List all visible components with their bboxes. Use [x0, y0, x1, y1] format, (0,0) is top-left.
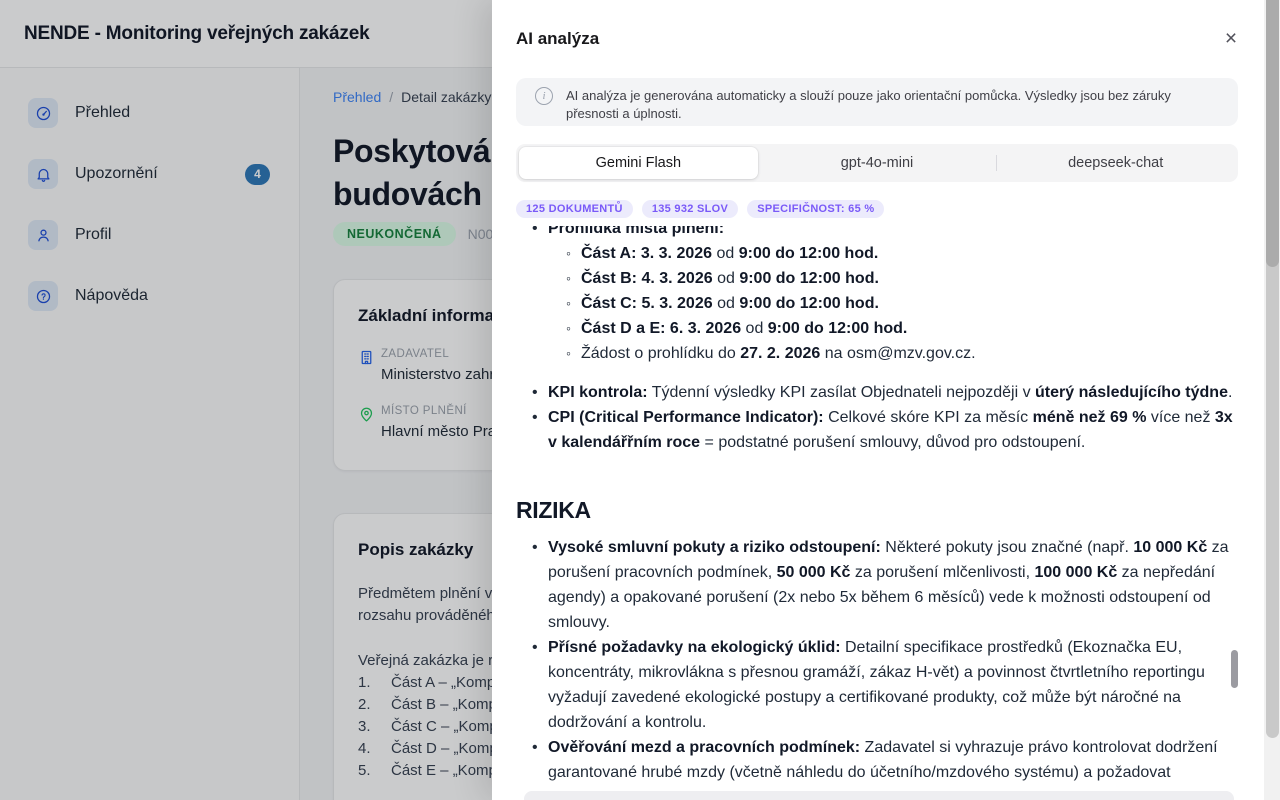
bullet-item: Ověřování mezd a pracovních podmínek: Za… [516, 735, 1238, 785]
inspection-sublist: Část A: 3. 3. 2026 od 9:00 do 12:00 hod.… [548, 241, 1238, 366]
bullet-item: Vysoké smluvní pokuty a riziko odstoupen… [516, 535, 1238, 635]
sub-bullet-item: Část D a E: 6. 3. 2026 od 9:00 do 12:00 … [548, 316, 1238, 341]
disclaimer-banner: i AI analýza je generována automaticky a… [516, 78, 1238, 126]
modal-title: AI analýza [516, 29, 599, 49]
tab-gpt-4o-mini[interactable]: gpt-4o-mini [758, 147, 997, 179]
modal-scrollbar-thumb[interactable] [1231, 650, 1238, 688]
next-section-edge [524, 791, 1234, 800]
analysis-scroll-area[interactable]: Prohlídka místa plnění: Část A: 3. 3. 20… [516, 226, 1238, 788]
disclaimer-text: AI analýza je generována automaticky a s… [566, 78, 1221, 126]
sub-bullet-item: Žádost o prohlídku do 27. 2. 2026 na osm… [548, 341, 1238, 366]
model-tabs: Gemini Flash gpt-4o-mini deepseek-chat [516, 144, 1238, 182]
sub-bullet-item: Část A: 3. 3. 2026 od 9:00 do 12:00 hod. [548, 241, 1238, 266]
kpi-list: KPI kontrola: Týdenní výsledky KPI zasíl… [516, 380, 1238, 455]
inspection-list: Prohlídka místa plnění: Část A: 3. 3. 20… [516, 226, 1238, 366]
risks-list: Vysoké smluvní pokuty a riziko odstoupen… [516, 535, 1238, 785]
page-scrollbar-thumb[interactable] [1266, 0, 1279, 267]
tab-gemini-flash[interactable]: Gemini Flash [519, 147, 758, 179]
close-icon[interactable]: × [1217, 25, 1245, 53]
bullet-item: Prohlídka místa plnění: Část A: 3. 3. 20… [516, 226, 1238, 366]
bullet-item: KPI kontrola: Týdenní výsledky KPI zasíl… [516, 380, 1238, 405]
bullet-text: Prohlídka místa plnění: [548, 226, 724, 237]
page-scrollbar [1264, 0, 1280, 800]
documents-badge: 125 DOKUMENTŮ [516, 200, 633, 218]
sub-bullet-item: Část C: 5. 3. 2026 od 9:00 do 12:00 hod. [548, 291, 1238, 316]
info-icon: i [535, 87, 553, 105]
tab-deepseek-chat[interactable]: deepseek-chat [996, 147, 1235, 179]
words-badge: 135 932 SLOV [642, 200, 738, 218]
meta-badges: 125 DOKUMENTŮ 135 932 SLOV SPECIFIČNOST:… [516, 200, 884, 218]
specificity-badge: SPECIFIČNOST: 65 % [747, 200, 884, 218]
sub-bullet-item: Část B: 4. 3. 2026 od 9:00 do 12:00 hod. [548, 266, 1238, 291]
analysis-content: Prohlídka místa plnění: Část A: 3. 3. 20… [516, 226, 1238, 785]
page: NENDE - Monitoring veřejných zakázek Pře… [0, 0, 1280, 800]
risks-heading: RIZIKA [516, 495, 1238, 525]
bullet-item: Přísné požadavky na ekologický úklid: De… [516, 635, 1238, 735]
bullet-item: CPI (Critical Performance Indicator): Ce… [516, 405, 1238, 455]
ai-analysis-modal: AI analýza × i AI analýza je generována … [492, 0, 1280, 800]
